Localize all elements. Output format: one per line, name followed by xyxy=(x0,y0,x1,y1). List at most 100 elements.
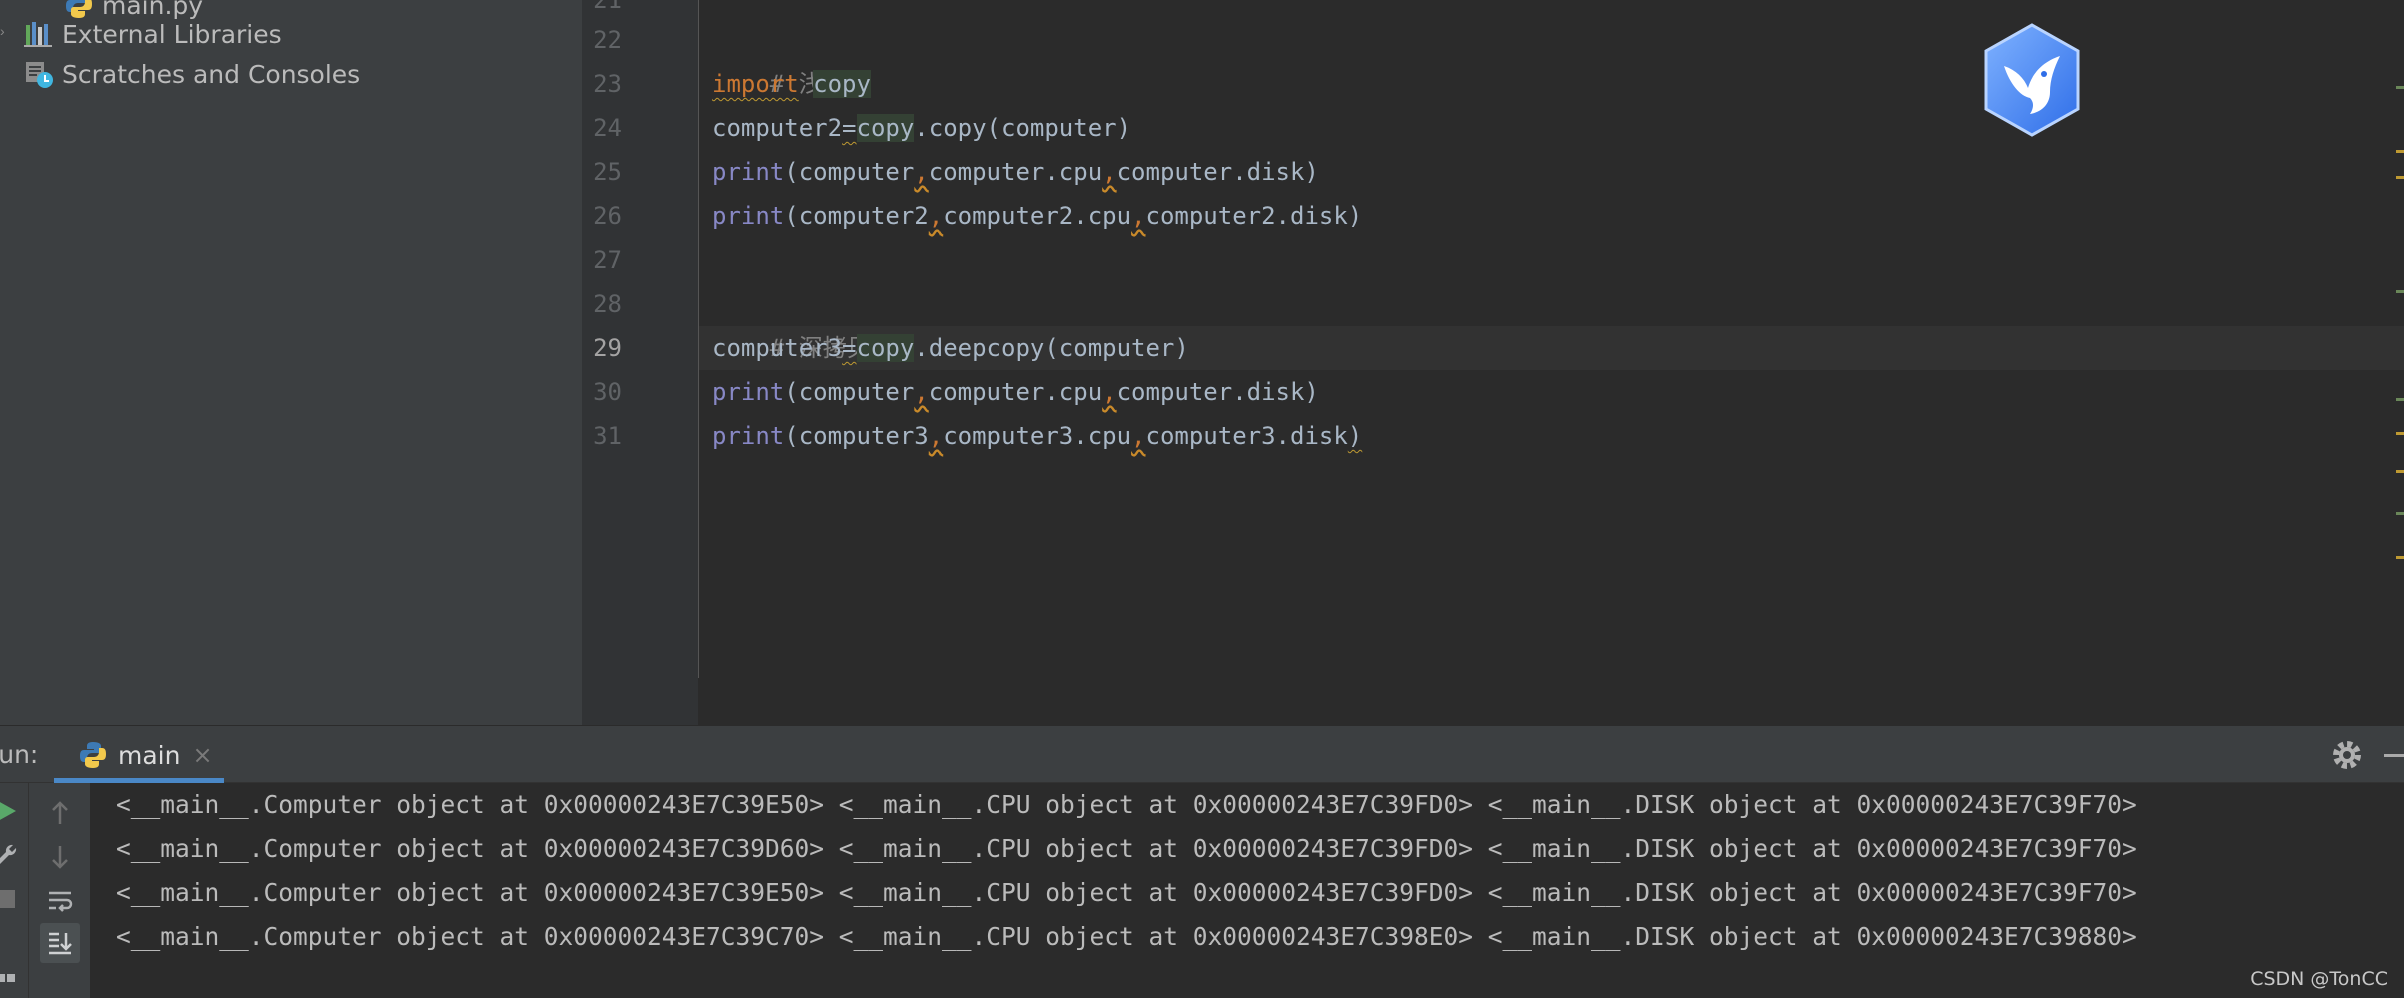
code-arg: (computer2 xyxy=(784,202,929,230)
code-line-31[interactable]: print(computer3,computer3.cpu,computer3.… xyxy=(712,414,1362,458)
scrollbar-mark[interactable] xyxy=(2396,556,2404,559)
console-output-line: <__main__.Computer object at 0x00000243E… xyxy=(116,790,2137,819)
tree-item-label: External Libraries xyxy=(62,19,282,49)
code-keyword: import xyxy=(712,70,799,98)
tree-item-external-libraries[interactable]: External Libraries xyxy=(24,15,282,53)
code-comma: , xyxy=(1102,378,1117,406)
scratches-icon xyxy=(24,59,54,89)
code-builtin: print xyxy=(712,422,785,450)
code-arg: (computer xyxy=(784,378,915,406)
run-label: Run: xyxy=(0,740,39,769)
line-number: 26 xyxy=(593,202,622,230)
close-icon[interactable]: × xyxy=(192,741,212,769)
arrow-up-icon[interactable] xyxy=(40,793,80,833)
code-arg: computer.cpu xyxy=(928,378,1103,406)
expand-arrow-icon[interactable]: › xyxy=(0,12,10,50)
code-arg: computer3.disk xyxy=(1145,422,1348,450)
run-toolbar-primary xyxy=(0,783,28,998)
code-arg: computer.cpu xyxy=(928,158,1103,186)
code-line-26[interactable]: print(computer2,computer2.cpu,computer2.… xyxy=(712,194,1362,238)
scrollbar-mark[interactable] xyxy=(2396,470,2404,473)
soft-wrap-icon[interactable] xyxy=(40,881,80,921)
scrollbar-mark[interactable] xyxy=(2396,176,2404,179)
stop-icon[interactable] xyxy=(0,879,26,919)
code-identifier: computer3 xyxy=(712,334,843,362)
line-number-current: 29 xyxy=(593,334,622,362)
code-arg: computer.disk) xyxy=(1116,158,1319,186)
code-comma: , xyxy=(1131,202,1146,230)
code-comma: , xyxy=(914,378,929,406)
scrollbar-mark[interactable] xyxy=(2396,398,2404,401)
code-operator: = xyxy=(842,334,857,362)
code-line-23[interactable]: import copy xyxy=(712,62,871,106)
code-comma: , xyxy=(1102,158,1117,186)
scrollbar-mark[interactable] xyxy=(2396,512,2404,515)
run-console[interactable]: <__main__.Computer object at 0x00000243E… xyxy=(0,783,2404,998)
code-comma: , xyxy=(928,422,944,450)
code-comma: , xyxy=(1131,422,1146,450)
run-tab-main[interactable]: main × xyxy=(54,726,224,784)
run-toolbar-secondary xyxy=(28,783,90,998)
code-builtin: print xyxy=(712,378,785,406)
code-arg: (computer3 xyxy=(784,422,929,450)
line-number: 23 xyxy=(593,70,622,98)
gutter-separator xyxy=(698,0,699,678)
code-paren: ) xyxy=(1347,422,1363,450)
app-logo-icon xyxy=(1980,22,2084,138)
run-tab-label: main xyxy=(118,740,181,770)
run-panel-header: Run: main × xyxy=(0,725,2404,783)
code-module: copy xyxy=(856,334,915,362)
console-output-line: <__main__.Computer object at 0x00000243E… xyxy=(116,878,2137,907)
scrollbar-mark[interactable] xyxy=(2396,86,2404,89)
scrollbar-mark[interactable] xyxy=(2396,150,2404,153)
scroll-to-end-icon[interactable] xyxy=(40,923,80,963)
code-arg: computer.disk) xyxy=(1116,378,1319,406)
rerun-icon[interactable] xyxy=(0,791,26,831)
wrench-icon[interactable] xyxy=(0,835,26,875)
scrollbar-mark[interactable] xyxy=(2396,432,2404,435)
project-panel: main.py › External Libraries Scratches a… xyxy=(0,0,582,725)
arrow-down-icon[interactable] xyxy=(40,837,80,877)
scrollbar-mark[interactable] xyxy=(2396,290,2404,293)
code-identifier: computer2 xyxy=(712,114,843,142)
watermark: CSDN @TonCC xyxy=(2250,968,2388,990)
code-module: copy xyxy=(856,114,915,142)
line-number: 30 xyxy=(593,378,622,406)
line-number: 25 xyxy=(593,158,622,186)
line-number-gutter: 21 22 23 24 25 26 27 28 29 30 31 xyxy=(582,0,698,678)
console-output-line: <__main__.Computer object at 0x00000243E… xyxy=(116,922,2137,951)
code-line-28[interactable]: # 深拷贝 xyxy=(712,282,871,362)
code-editor[interactable]: 21 22 23 24 25 26 27 28 29 30 31 # 浅拷贝 i… xyxy=(582,0,2404,678)
line-number: 22 xyxy=(593,26,622,54)
gear-icon[interactable] xyxy=(2330,738,2364,772)
line-number: 31 xyxy=(593,422,622,450)
code-arg: computer2.cpu xyxy=(943,202,1132,230)
code-comma: , xyxy=(914,158,929,186)
code-call: .copy(computer) xyxy=(914,114,1132,142)
minimize-icon[interactable] xyxy=(2384,754,2404,757)
editor-bottom-strip xyxy=(582,678,2404,725)
code-call: .deepcopy(computer) xyxy=(914,334,1189,362)
code-arg: computer3.cpu xyxy=(943,422,1132,450)
code-arg: computer2.disk) xyxy=(1145,202,1363,230)
code-line-22[interactable]: # 浅拷贝 xyxy=(712,18,871,98)
code-builtin: print xyxy=(712,202,785,230)
python-icon xyxy=(78,740,108,770)
libraries-icon xyxy=(24,19,54,49)
code-operator: = xyxy=(842,114,857,142)
code-line-24[interactable]: computer2=copy.copy(computer) xyxy=(712,106,1131,150)
code-comma: , xyxy=(928,202,944,230)
line-number: 24 xyxy=(593,114,622,142)
code-line-29[interactable]: computer3=copy.deepcopy(computer) xyxy=(712,326,1189,370)
code-line-30[interactable]: print(computer,computer.cpu,computer.dis… xyxy=(712,370,1319,414)
code-module: copy xyxy=(813,70,871,98)
tree-item-scratches[interactable]: Scratches and Consoles xyxy=(24,55,360,93)
code-arg: (computer xyxy=(784,158,915,186)
console-output-line: <__main__.Computer object at 0x00000243E… xyxy=(116,834,2137,863)
layout-icon[interactable] xyxy=(0,963,26,998)
line-number: 28 xyxy=(593,290,622,318)
code-line-25[interactable]: print(computer,computer.cpu,computer.dis… xyxy=(712,150,1319,194)
code-builtin: print xyxy=(712,158,785,186)
tree-item-label: Scratches and Consoles xyxy=(62,59,361,89)
line-number: 27 xyxy=(593,246,622,274)
